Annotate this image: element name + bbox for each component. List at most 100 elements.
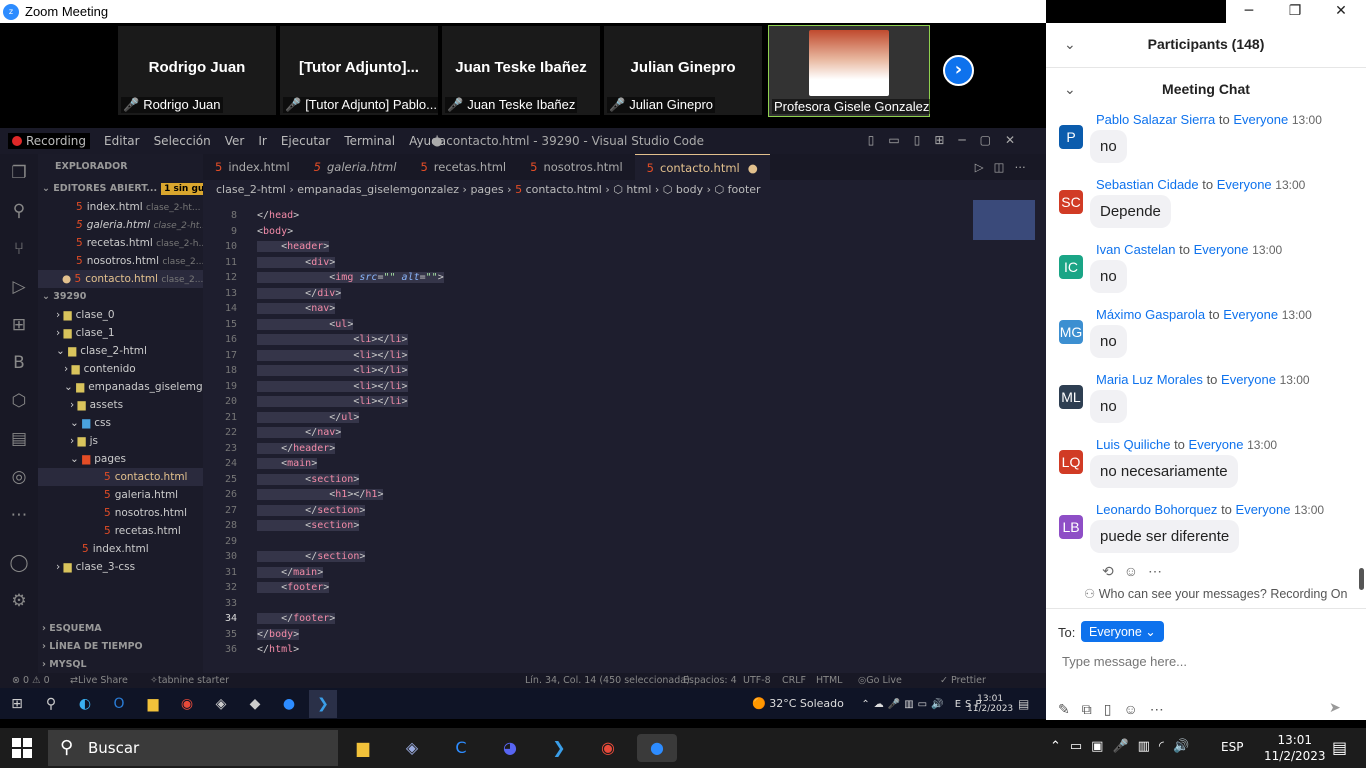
prettier-status[interactable]: ✓ Prettier bbox=[940, 673, 986, 688]
package-icon[interactable]: ⬡ bbox=[0, 382, 38, 420]
code-line[interactable]: 31 </main> bbox=[203, 565, 973, 581]
editor-tab[interactable]: 5 nosotros.html bbox=[518, 154, 635, 180]
chat-message[interactable]: P Pablo Salazar Sierra to Everyone 13:00 n… bbox=[1046, 112, 1356, 177]
encoding[interactable]: UTF-8 bbox=[743, 673, 771, 688]
vscode-window-controls[interactable]: ▯▭▯⊞─▢✕ bbox=[868, 133, 1029, 147]
app-icon[interactable]: ◈ bbox=[398, 734, 426, 762]
chat-scrollbar[interactable] bbox=[1359, 568, 1364, 590]
tray-icons[interactable]: ⌃▭▣🎤▥◜🔊 bbox=[1050, 739, 1198, 754]
chat-header[interactable]: ⌄ Meeting Chat bbox=[1046, 68, 1366, 110]
video-tile[interactable]: Rodrigo Juan 🎤 Rodrigo Juan bbox=[118, 26, 276, 115]
tree-folder[interactable]: › ▆ clase_3-css bbox=[38, 558, 203, 576]
code-line[interactable]: 14 <nav> bbox=[203, 301, 973, 317]
windows-start-icon[interactable] bbox=[12, 738, 32, 758]
taskbar-search[interactable]: ⚲ Buscar bbox=[48, 730, 338, 766]
breadcrumb-item[interactable]: body bbox=[676, 183, 703, 196]
open-editor-item-active[interactable]: ● 5 contacto.html clase_2... bbox=[38, 270, 203, 288]
bootstrap-icon[interactable]: B bbox=[0, 344, 38, 382]
video-tile-active-speaker[interactable]: Profesora Gisele Gonzalez bbox=[768, 25, 932, 117]
code-line[interactable]: 22 </nav> bbox=[203, 425, 973, 441]
file-explorer-icon[interactable]: ▆ bbox=[349, 734, 377, 762]
chat-message[interactable]: ML Maria Luz Morales to Everyone 13:00 no bbox=[1046, 372, 1356, 437]
code-line[interactable]: 17 <li></li> bbox=[203, 348, 973, 364]
chat-toolbar[interactable]: ✎⧉▯☺⋯ bbox=[1058, 701, 1176, 718]
menu-item[interactable]: Ver bbox=[225, 134, 245, 148]
explorer-icon[interactable]: ❐ bbox=[0, 154, 38, 192]
tabnine-status[interactable]: ✧ tabnine starter bbox=[150, 673, 229, 688]
tree-folder[interactable]: › ▆ clase_0 bbox=[38, 306, 203, 324]
breadcrumb-item[interactable]: empanadas_giselemgonzalez bbox=[297, 183, 459, 196]
open-editor-item[interactable]: 5 nosotros.html clase_2... bbox=[38, 252, 203, 270]
source-control-icon[interactable]: ⑂ bbox=[0, 230, 38, 268]
close-button[interactable]: ✕ bbox=[1318, 0, 1364, 23]
editor-tab[interactable]: 5 galeria.html bbox=[302, 154, 409, 180]
chat-message-input[interactable] bbox=[1062, 651, 1352, 671]
open-editors-header[interactable]: ⌄ EDITORES ABIERT...1 sin guardar bbox=[38, 180, 203, 198]
windows-start-icon[interactable]: ⊞ bbox=[3, 690, 31, 718]
participants-header[interactable]: ⌄ Participants (148) bbox=[1046, 23, 1366, 65]
go-live-button[interactable]: ◎ Go Live bbox=[858, 673, 902, 688]
app-icon[interactable]: ◈ bbox=[207, 690, 235, 718]
search-icon[interactable]: ⚲ bbox=[37, 690, 65, 718]
tree-file[interactable]: 5 index.html bbox=[38, 540, 203, 558]
breadcrumb-item[interactable]: contacto.html bbox=[526, 183, 602, 196]
app-icon[interactable]: ◆ bbox=[241, 690, 269, 718]
code-line[interactable]: 36 </html> bbox=[203, 642, 973, 658]
tree-folder[interactable]: ⌄ ▆ clase_2-html bbox=[38, 342, 203, 360]
video-tile[interactable]: [Tutor Adjunto]... 🎤 [Tutor Adjunto] Pabl… bbox=[280, 26, 438, 115]
breadcrumb-item[interactable]: pages bbox=[470, 183, 503, 196]
input-language[interactable]: ESP bbox=[1221, 740, 1243, 754]
code-line[interactable]: 21 </ul> bbox=[203, 410, 973, 426]
timeline-header[interactable]: › LÍNEA DE TIEMPO bbox=[38, 638, 143, 656]
chrome-icon[interactable]: ◉ bbox=[594, 734, 622, 762]
code-editor[interactable]: 8 </head> 9 <body> 10 <header> 11 <div> 12 <im… bbox=[203, 208, 973, 658]
video-tile[interactable]: Juan Teske Ibañez 🎤 Juan Teske Ibañez bbox=[442, 26, 600, 115]
video-tile[interactable]: Julian Ginepro 🎤 Julian Ginepro bbox=[604, 26, 762, 115]
code-line[interactable]: 19 <li></li> bbox=[203, 379, 973, 395]
tree-folder[interactable]: ⌄ ▆ empanadas_giselemg... bbox=[38, 378, 203, 396]
code-line[interactable]: 10 <header> bbox=[203, 239, 973, 255]
tree-file[interactable]: 5 galeria.html bbox=[38, 486, 203, 504]
menu-item[interactable]: Terminal bbox=[344, 134, 395, 148]
chat-message[interactable]: IC Ivan Castelan to Everyone 13:00 no bbox=[1046, 242, 1356, 307]
breadcrumb-item[interactable]: html bbox=[626, 183, 651, 196]
chat-message[interactable]: SC Sebastian Cidade to Everyone 13:00 Depe… bbox=[1046, 177, 1356, 242]
language-mode[interactable]: HTML bbox=[816, 673, 842, 688]
eol[interactable]: CRLF bbox=[782, 673, 806, 688]
code-line[interactable]: 8 </head> bbox=[203, 208, 973, 224]
menu-item[interactable]: Selección bbox=[154, 134, 211, 148]
menu-item[interactable]: Ir bbox=[258, 134, 266, 148]
taskbar-clock[interactable]: 13:01 11/2/2023 bbox=[1264, 732, 1326, 764]
code-line[interactable]: 27 </section> bbox=[203, 503, 973, 519]
outline-header[interactable]: › ESQUEMA bbox=[38, 620, 102, 638]
code-line[interactable]: 30 </section> bbox=[203, 549, 973, 565]
code-line[interactable]: 13 </div> bbox=[203, 286, 973, 302]
indent-setting[interactable]: Espacios: 4 bbox=[683, 673, 737, 688]
cursor-position[interactable]: Lín. 34, Col. 14 (450 seleccionada) bbox=[525, 673, 690, 688]
chevron-down-icon[interactable]: ⌄ bbox=[1064, 23, 1076, 65]
code-line[interactable]: 25 <section> bbox=[203, 472, 973, 488]
code-line[interactable]: 18 <li></li> bbox=[203, 363, 973, 379]
file-icon[interactable]: ▤ bbox=[0, 420, 38, 458]
tree-folder[interactable]: › ▆ clase_1 bbox=[38, 324, 203, 342]
extensions-icon[interactable]: ⊞ bbox=[0, 306, 38, 344]
code-line[interactable]: 9 <body> bbox=[203, 224, 973, 240]
minimap[interactable] bbox=[973, 200, 1035, 240]
code-line[interactable]: 11 <div> bbox=[203, 255, 973, 271]
editor-tab[interactable]: 5 recetas.html bbox=[408, 154, 518, 180]
tree-folder[interactable]: › ▆ assets bbox=[38, 396, 203, 414]
open-editor-item[interactable]: 5 galeria.html clase_2-ht... bbox=[38, 216, 203, 234]
code-line[interactable]: 33 bbox=[203, 596, 973, 612]
code-line[interactable]: 35 </body> bbox=[203, 627, 973, 643]
github-icon[interactable]: ◎ bbox=[0, 458, 38, 496]
code-line[interactable]: 20 <li></li> bbox=[203, 394, 973, 410]
tree-file[interactable]: 5 nosotros.html bbox=[38, 504, 203, 522]
tree-file-active[interactable]: 5 contacto.html bbox=[38, 468, 203, 486]
open-editor-item[interactable]: 5 index.html clase_2-ht... bbox=[38, 198, 203, 216]
code-line[interactable]: 28 <section> bbox=[203, 518, 973, 534]
open-editor-item[interactable]: 5 recetas.html clase_2-h... bbox=[38, 234, 203, 252]
workspace-header[interactable]: ⌄ 39290 bbox=[38, 288, 203, 306]
chat-message[interactable]: LQ Luis Quiliche to Everyone 13:00 no nece… bbox=[1046, 437, 1356, 502]
chat-message[interactable]: LB Leonardo Bohorquez to Everyone 13:00 pu… bbox=[1046, 502, 1356, 567]
run-debug-icon[interactable]: ▷ bbox=[0, 268, 38, 306]
